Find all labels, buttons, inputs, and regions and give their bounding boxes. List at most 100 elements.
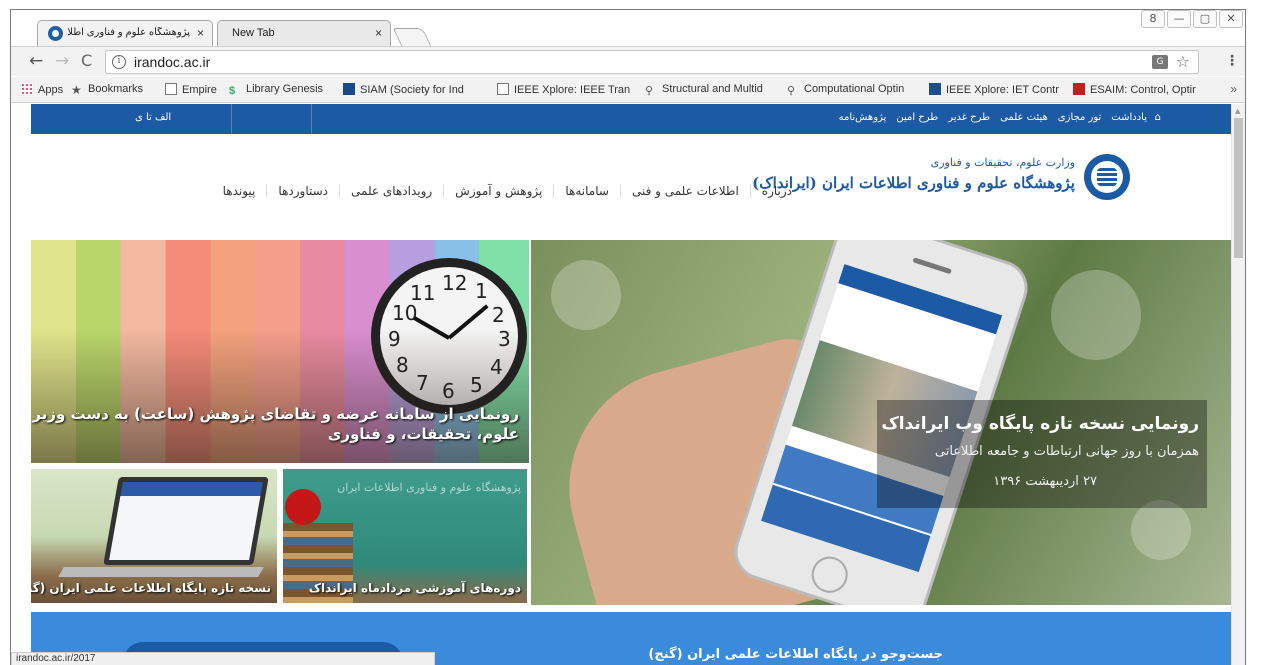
divider (231, 104, 232, 134)
scroll-up-icon[interactable]: ▲ (1235, 107, 1240, 115)
bookmark-label: SIAM (Society for Ind (360, 84, 464, 96)
bookmark-star-icon[interactable]: ☆ (1176, 52, 1190, 71)
browser-window: پژوهشگاه علوم و فناوری اطلاعات ایران × N… (10, 9, 1246, 665)
profile-icon[interactable]: 8 (1141, 10, 1165, 28)
ieee-icon (929, 83, 941, 95)
esaim-icon (1073, 83, 1085, 95)
page-icon (165, 83, 177, 95)
window-controls: 8 — ▢ ✕ (1141, 10, 1243, 28)
slide-title[interactable]: رونمایی نسخه تازه پایگاه وب ایرانداک (881, 414, 1199, 434)
bookmark-siam[interactable]: SIAM (Society for Ind (343, 83, 491, 96)
ministry-name: وزارت علوم، تحقیقات و فناوری (930, 156, 1075, 169)
bookmark-label: Bookmarks (88, 83, 144, 95)
tile-caption[interactable]: رونمایی از سامانه عرضه و تقاضای پژوهش (س… (31, 404, 519, 444)
home-icon[interactable]: ⌂ (1155, 112, 1161, 123)
page-scrollbar[interactable]: ▲ (1231, 104, 1245, 665)
web-page: ⌂ یادداشت تور مجازی هیئت علمی طرح غدیر ط… (11, 104, 1233, 665)
board-text: پژوهشگاه علوم و فناوری اطلاعات ایران (337, 481, 521, 494)
nav-scientific-events[interactable]: رویدادهای علمی (339, 184, 443, 198)
irandoc-favicon-icon (48, 26, 63, 41)
bookmark-label: Empire (182, 84, 217, 96)
bookmark-label: Structural and Multid (662, 83, 763, 95)
news-tile-courses[interactable]: پژوهشگاه علوم و فناوری اطلاعات ایران دور… (283, 469, 527, 603)
slide-date: ۲۷ اردیبهشت ۱۳۹۶ (993, 474, 1097, 489)
forward-arrow-icon[interactable]: → (55, 51, 69, 71)
laptop-image (103, 477, 269, 565)
address-toolbar: ← → C i irandoc.ac.ir G ☆ ⋮ (11, 46, 1245, 76)
address-bar[interactable]: i irandoc.ac.ir G ☆ (105, 50, 1199, 74)
siam-icon (343, 83, 355, 95)
bookmark-ieee-iet[interactable]: IEEE Xplore: IET Contr (929, 83, 1069, 96)
close-tab-icon[interactable]: × (375, 26, 382, 40)
news-tile-saat[interactable]: 12 1 2 3 4 5 6 7 8 9 10 11 رونمایی از س (31, 240, 529, 463)
maximize-button[interactable]: ▢ (1193, 10, 1217, 28)
top-links: یادداشت تور مجازی هیئت علمی طرح غدیر طرح… (839, 112, 1147, 123)
top-link[interactable]: تور مجازی (1058, 112, 1101, 123)
scroll-thumb[interactable] (1234, 118, 1243, 258)
bookmark-label: Computational Optin (804, 83, 905, 95)
tab-title: New Tab (232, 27, 275, 39)
nav-systems[interactable]: سامانه‌ها (553, 184, 620, 198)
springer-icon: ⚲ (645, 85, 654, 96)
top-link[interactable]: طرح امین (896, 112, 938, 123)
nav-links[interactable]: پیوندها (212, 184, 267, 198)
clock-number: 1 (475, 279, 488, 303)
top-link[interactable]: طرح غدیر (948, 112, 990, 123)
star-icon: ★ (71, 83, 82, 95)
bookmark-ieee-tran[interactable]: IEEE Xplore: IEEE Tran (497, 83, 639, 96)
irandoc-logo[interactable] (1084, 154, 1130, 200)
site-top-bar: ⌂ یادداشت تور مجازی هیئت علمی طرح غدیر ط… (31, 104, 1233, 134)
slide-caption[interactable]: رونمایی نسخه تازه پایگاه وب ایرانداک همز… (877, 400, 1207, 508)
bookmark-label: Library Genesis (246, 83, 324, 95)
tab-title: پژوهشگاه علوم و فناوری اطلاعات ایران (68, 27, 190, 38)
news-tile-ganj[interactable]: نسخه تازه پایگاه اطلاعات علمی ایران (گنج… (31, 469, 277, 603)
tile-caption[interactable]: دوره‌های آموزشی مردادماه ایرانداک (309, 581, 521, 595)
bookmark-label: Apps (38, 84, 64, 96)
library-genesis-icon: $ (229, 85, 236, 97)
bookmark-label: ESAIM: Control, Optir (1090, 84, 1196, 96)
bookmark-empire[interactable]: Empire (165, 83, 217, 96)
bookmark-esaim[interactable]: ESAIM: Control, Optir (1073, 83, 1211, 96)
main-nav: درباره اطلاعات علمی و فنی سامانه‌ها پژوه… (212, 184, 803, 198)
tab-new-tab[interactable]: New Tab × (217, 20, 391, 46)
bookmark-label: IEEE Xplore: IET Contr (946, 84, 1059, 96)
bookmark-structural[interactable]: ⚲ Structural and Multid (645, 83, 785, 96)
top-link[interactable]: یادداشت (1111, 112, 1147, 123)
close-tab-icon[interactable]: × (197, 26, 204, 40)
url-text[interactable]: irandoc.ac.ir (134, 54, 210, 70)
site-info-icon[interactable]: i (112, 55, 126, 69)
clock-number: 11 (410, 281, 436, 305)
top-link[interactable]: پژوهش‌نامه (839, 112, 887, 123)
reload-icon[interactable]: C (81, 51, 92, 70)
bookmark-bookmarks[interactable]: ★ Bookmarks (71, 83, 143, 95)
divider (311, 104, 312, 134)
bookmark-library-genesis[interactable]: $ Library Genesis (229, 83, 323, 97)
minimize-button[interactable]: — (1167, 10, 1191, 28)
page-icon (497, 83, 509, 95)
clock-number: 12 (442, 271, 468, 295)
status-bar: irandoc.ac.ir/2017 (11, 652, 435, 665)
springer-icon: ⚲ (787, 85, 796, 96)
bookmark-computational[interactable]: ⚲ Computational Optin (787, 83, 927, 96)
a-to-z-link[interactable]: الف تا ی (135, 112, 171, 123)
tile-caption[interactable]: نسخه تازه پایگاه اطلاعات علمی ایران (گنج… (31, 581, 271, 595)
more-bookmarks-icon[interactable]: » (1230, 82, 1237, 96)
nav-about[interactable]: درباره (749, 184, 803, 198)
close-window-button[interactable]: ✕ (1219, 10, 1243, 28)
new-tab-button[interactable] (392, 28, 432, 46)
nav-scientific-info[interactable]: اطلاعات علمی و فنی (619, 184, 750, 198)
site-header: وزارت علوم، تحقیقات و فناوری پژوهشگاه عل… (31, 134, 1233, 232)
translate-icon[interactable]: G (1152, 55, 1168, 69)
back-arrow-icon[interactable]: ← (29, 51, 43, 71)
tab-irandoc[interactable]: پژوهشگاه علوم و فناوری اطلاعات ایران × (37, 20, 213, 46)
news-tile-new-website[interactable]: رونمایی نسخه تازه پایگاه وب ایرانداک همز… (531, 240, 1233, 605)
apple-image (285, 489, 321, 525)
bookmark-label: IEEE Xplore: IEEE Tran (514, 84, 631, 96)
menu-icon[interactable]: ⋮ (1225, 53, 1239, 69)
nav-research-education[interactable]: پژوهش و آموزش (443, 184, 553, 198)
nav-achievements[interactable]: دستاوردها (266, 184, 339, 198)
apps-icon (21, 83, 33, 95)
bookmark-apps[interactable]: Apps (21, 83, 63, 96)
search-section-title: جست‌وجو در پایگاه اطلاعات علمی ایران (گن… (648, 647, 943, 662)
top-link[interactable]: هیئت علمی (1000, 112, 1048, 123)
